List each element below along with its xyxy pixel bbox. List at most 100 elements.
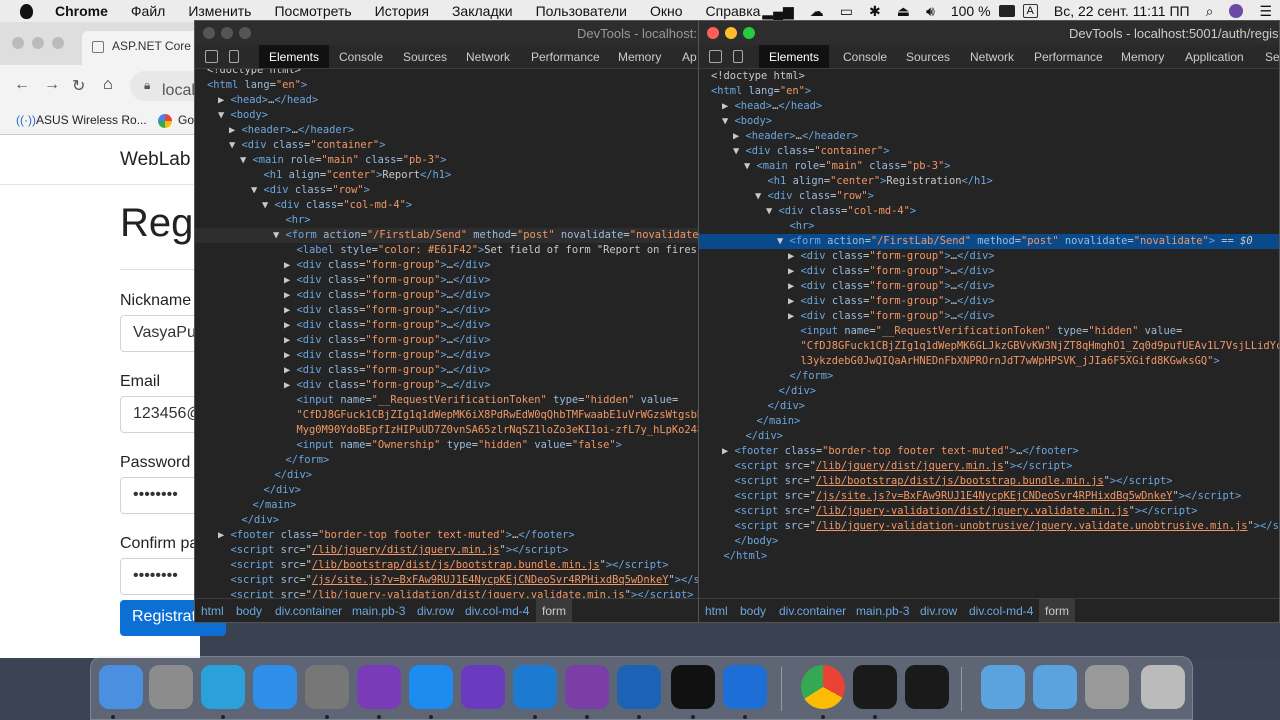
siri-icon[interactable]	[1229, 4, 1244, 18]
clock[interactable]: Вс, 22 сент. 11:11 ПП	[1054, 3, 1190, 19]
launchpad-icon[interactable]	[149, 665, 193, 709]
dom-node-line[interactable]: ▶ <div class="form-group">…</div>	[195, 378, 701, 393]
forward-icon[interactable]: →	[44, 76, 60, 94]
dom-node-line[interactable]: <script src="/lib/jquery-validation/dist…	[195, 588, 701, 598]
dom-node-line[interactable]: "CfDJ8GFuck1CBjZIg1q1dWepMK6GLJkzGBVvKW3…	[699, 339, 1279, 354]
crumb-html[interactable]: html	[705, 604, 728, 618]
dom-node-line[interactable]: ▶ <div class="form-group">…</div>	[699, 264, 1279, 279]
dom-node-line[interactable]: l3ykzdebG0JwQIQaArHNEDnFbXNPROrnJdT7wWpH…	[699, 354, 1279, 369]
tab-elements[interactable]: Elements	[259, 45, 329, 68]
crumb-form[interactable]: form	[536, 599, 572, 622]
dom-node-line[interactable]: "CfDJ8GFuck1CBjZIg1q1dWepMK6iX8PdRwEdW0q…	[195, 408, 701, 423]
folder-icon[interactable]	[981, 665, 1025, 709]
dom-node-line[interactable]: <html lang="en">	[699, 84, 1279, 99]
device-toolbar-icon[interactable]	[733, 50, 743, 63]
dom-node-line[interactable]: ▶ <div class="form-group">…</div>	[195, 273, 701, 288]
dom-node-line[interactable]: ▶ <div class="form-group">…</div>	[195, 258, 701, 273]
address-bar[interactable]: 🔒︎ locall	[130, 71, 200, 101]
minimize-button[interactable]	[725, 27, 737, 39]
tab-network[interactable]: Network	[466, 50, 510, 64]
crumb-main[interactable]: main.pb-3	[352, 604, 405, 618]
dom-node-line[interactable]: </div>	[195, 483, 701, 498]
tab-memory[interactable]: Memory	[1121, 50, 1164, 64]
dom-node-line[interactable]: ▶ <footer class="border-top footer text-…	[195, 528, 701, 543]
signal-icon[interactable]: ▂▄▆	[762, 3, 793, 20]
airplay-icon[interactable]: ▭	[840, 3, 853, 20]
minimize-button[interactable]	[221, 27, 233, 39]
dom-node-line[interactable]: ▶ <div class="form-group">…</div>	[699, 309, 1279, 324]
tab-elements[interactable]: Elements	[759, 45, 829, 68]
crumb-body[interactable]: body	[740, 604, 766, 618]
browser-tab[interactable]: ASP.NET Core |	[82, 31, 200, 65]
dom-node-line[interactable]: <!doctype html>	[699, 69, 1279, 84]
dom-node-line[interactable]: ▶ <div class="form-group">…</div>	[699, 294, 1279, 309]
dom-node-line[interactable]: <h1 align="center">Registration</h1>	[699, 174, 1279, 189]
telegram-icon[interactable]	[201, 665, 245, 709]
menu-history[interactable]: История	[375, 3, 429, 19]
tab-memory[interactable]: Memory	[618, 50, 661, 64]
close-button[interactable]	[12, 37, 24, 49]
confirm-password-input[interactable]: ••••••••	[120, 558, 200, 595]
close-button[interactable]	[707, 27, 719, 39]
dom-node-line[interactable]: ▶ <header>…</header>	[699, 129, 1279, 144]
crumb-container[interactable]: div.container	[779, 604, 846, 618]
bookmark-asus[interactable]: ASUS Wireless Ro...	[36, 113, 147, 127]
dom-node-line[interactable]: ▶ <head>…</head>	[195, 93, 701, 108]
tab-console[interactable]: Console	[339, 50, 383, 64]
crumb-row[interactable]: div.row	[920, 604, 957, 618]
cloud-icon[interactable]: ☁	[810, 3, 824, 20]
tab-performance[interactable]: Performance	[1034, 50, 1103, 64]
menu-window[interactable]: Окно	[650, 3, 683, 19]
dom-node-line[interactable]: <label style="color: #E61F42">Set field …	[195, 243, 701, 258]
dom-node-line[interactable]: <script src="/js/site.js?v=BxFAw9RUJ1E4N…	[699, 489, 1279, 504]
dom-node-line[interactable]: ▼ <form action="/FirstLab/Send" method="…	[699, 234, 1279, 249]
tab-sources[interactable]: Sources	[906, 50, 950, 64]
dom-node-line[interactable]: ▶ <div class="form-group">…</div>	[195, 303, 701, 318]
dom-node-line[interactable]: <h1 align="center">Report</h1>	[195, 168, 701, 183]
dom-node-line[interactable]: ▼ <body>	[195, 108, 701, 123]
dom-node-line[interactable]: </main>	[195, 498, 701, 513]
visual-studio-icon[interactable]	[461, 665, 505, 709]
spotlight-icon[interactable]: ⌕	[1206, 3, 1214, 20]
menu-bookmarks[interactable]: Закладки	[452, 3, 513, 19]
system-preferences-icon[interactable]	[305, 665, 349, 709]
tab-security[interactable]: Sec	[1265, 50, 1279, 64]
tab-application[interactable]: Application	[1185, 50, 1244, 64]
crumb-html[interactable]: html	[201, 604, 224, 618]
dom-node-line[interactable]: <hr>	[195, 213, 701, 228]
zoom-button[interactable]	[52, 37, 64, 49]
bluetooth-icon[interactable]: ✱	[869, 3, 881, 20]
dom-node-line[interactable]: ▼ <div class="container">	[195, 138, 701, 153]
onenote-icon[interactable]	[357, 665, 401, 709]
crumb-col[interactable]: div.col-md-4	[465, 604, 529, 618]
dom-node-line[interactable]: ▶ <head>…</head>	[699, 99, 1279, 114]
dom-node-line[interactable]: <html lang="en">	[195, 78, 701, 93]
dom-node-line[interactable]: <script src="/lib/jquery/dist/jquery.min…	[195, 543, 701, 558]
device-toolbar-icon[interactable]	[229, 50, 239, 63]
crumb-container[interactable]: div.container	[275, 604, 342, 618]
dom-node-line[interactable]: </form>	[699, 369, 1279, 384]
reload-icon[interactable]: ↻	[72, 76, 85, 96]
dom-node-line[interactable]: </main>	[699, 414, 1279, 429]
dom-node-line[interactable]: ▶ <div class="form-group">…</div>	[195, 318, 701, 333]
dom-node-line[interactable]: </div>	[699, 384, 1279, 399]
battery-icon[interactable]	[998, 5, 1015, 17]
dom-node-line[interactable]: ▶ <header>…</header>	[195, 123, 701, 138]
dom-node-line[interactable]: <script src="/js/site.js?v=BxFAw9RUJ1E4N…	[195, 573, 701, 588]
tab-application[interactable]: Ap	[682, 50, 697, 64]
dom-node-line[interactable]: ▼ <main role="main" class="pb-3">	[195, 153, 701, 168]
quicktime-icon[interactable]	[905, 665, 949, 709]
dom-node-line[interactable]: <!doctype html>	[195, 69, 701, 78]
keyboard-icon[interactable]	[1085, 665, 1129, 709]
inspect-icon[interactable]	[709, 50, 722, 63]
dom-node-line[interactable]: Myg0M90YdoBEpfIzHIPuUD7Z0vnSA65zlrNqSZ1l…	[195, 423, 701, 438]
dom-node-line[interactable]: </form>	[195, 453, 701, 468]
menu-file[interactable]: Файл	[131, 3, 165, 19]
safari-icon[interactable]	[253, 665, 297, 709]
dom-node-line[interactable]: ▶ <footer class="border-top footer text-…	[699, 444, 1279, 459]
todo-icon[interactable]	[723, 665, 767, 709]
dom-node-line[interactable]: ▼ <div class="container">	[699, 144, 1279, 159]
dom-node-line[interactable]: ▼ <div class="col-md-4">	[699, 204, 1279, 219]
tab-console[interactable]: Console	[843, 50, 887, 64]
battery-text[interactable]: 100 %	[951, 3, 991, 19]
